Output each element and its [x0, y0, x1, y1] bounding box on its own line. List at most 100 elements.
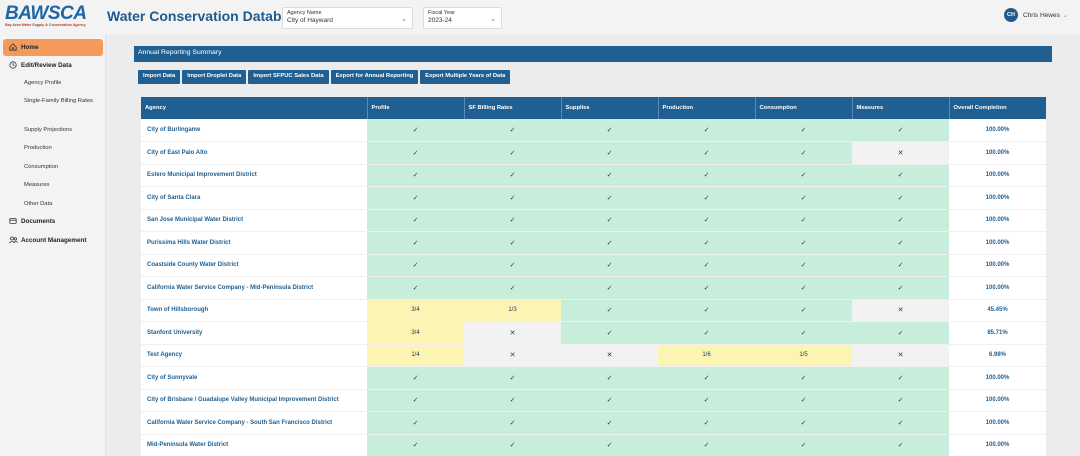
status-cell[interactable]: ✓: [755, 209, 852, 232]
table-row[interactable]: Test Agency 1/4 ✕ ✕ 1/6 1/5 ✕ 6.98%: [141, 344, 1046, 367]
column-header[interactable]: Supplies: [561, 97, 659, 119]
sidebar-subitem-supply-projections[interactable]: Supply Projections: [24, 126, 72, 135]
status-cell[interactable]: ✓: [367, 164, 464, 187]
sidebar-subitem-other-data[interactable]: Other Data: [24, 200, 52, 209]
table-row[interactable]: City of Brisbane / Guadalupe Valley Muni…: [141, 389, 1046, 412]
status-cell[interactable]: ✓: [852, 186, 949, 210]
status-cell[interactable]: ✓: [658, 276, 755, 300]
status-cell[interactable]: ✓: [852, 119, 949, 142]
status-cell[interactable]: ✓: [367, 434, 464, 456]
status-cell[interactable]: ✕: [852, 299, 949, 322]
status-cell[interactable]: 1/6: [658, 344, 755, 367]
import-data-button[interactable]: Import Data: [138, 70, 181, 84]
status-cell[interactable]: ✓: [464, 254, 561, 277]
status-cell[interactable]: ✓: [755, 434, 852, 456]
sidebar-subitem-consumption[interactable]: Consumption: [24, 163, 58, 172]
status-cell[interactable]: ✕: [561, 344, 658, 367]
agency-select[interactable]: Agency Name City of Hayward ⌄: [282, 7, 413, 29]
agency-name-cell[interactable]: Mid-Peninsula Water District: [141, 434, 367, 456]
status-cell[interactable]: ✓: [561, 141, 658, 165]
status-cell[interactable]: ✓: [755, 276, 852, 300]
status-cell[interactable]: 1/4: [367, 344, 464, 367]
status-cell[interactable]: ✓: [464, 119, 561, 142]
import-droplet-data-button[interactable]: Import Droplet Data: [182, 70, 247, 84]
status-cell[interactable]: ✓: [367, 186, 464, 210]
status-cell[interactable]: ✕: [464, 321, 561, 345]
table-row[interactable]: Mid-Peninsula Water District ✓ ✓ ✓ ✓ ✓ ✓ 100.00…: [141, 434, 1046, 456]
import-sfpuc-sales-button[interactable]: Import SFPUC Sales Data: [248, 70, 329, 84]
status-cell[interactable]: ✓: [367, 276, 464, 300]
column-header[interactable]: Consumption: [755, 97, 853, 119]
status-cell[interactable]: ✓: [658, 186, 755, 210]
sidebar-item-documents[interactable]: Documents: [3, 213, 103, 230]
status-cell[interactable]: ✓: [755, 119, 852, 142]
table-row[interactable]: City of Santa Clara ✓ ✓ ✓ ✓ ✓ ✓ 100.00%: [141, 186, 1046, 210]
status-cell[interactable]: ✓: [852, 321, 949, 345]
column-header[interactable]: Agency: [141, 97, 368, 119]
agency-name-cell[interactable]: City of Santa Clara: [141, 186, 367, 210]
status-cell[interactable]: ✓: [464, 276, 561, 300]
table-row[interactable]: City of Sunnyvale ✓ ✓ ✓ ✓ ✓ ✓ 100.00%: [141, 366, 1046, 390]
status-cell[interactable]: ✓: [561, 434, 658, 456]
sidebar-item-home[interactable]: Home: [3, 39, 103, 56]
status-cell[interactable]: ✓: [852, 434, 949, 456]
agency-name-cell[interactable]: Coastside County Water District: [141, 254, 367, 277]
status-cell[interactable]: ✓: [755, 164, 852, 187]
sidebar-subitem-measures[interactable]: Measures: [24, 181, 49, 190]
agency-name-cell[interactable]: Stanford University: [141, 321, 367, 345]
status-cell[interactable]: ✓: [464, 186, 561, 210]
status-cell[interactable]: ✓: [658, 434, 755, 456]
status-cell[interactable]: ✓: [561, 366, 658, 390]
status-cell[interactable]: 1/5: [755, 344, 852, 367]
table-row[interactable]: Coastside County Water District ✓ ✓ ✓ ✓ ✓ ✓ 100…: [141, 254, 1046, 277]
column-header[interactable]: Overall Completion: [949, 97, 1046, 119]
column-header[interactable]: Measures: [852, 97, 950, 119]
column-header[interactable]: SF Billing Rates: [464, 97, 562, 119]
status-cell[interactable]: ✓: [367, 141, 464, 165]
agency-name-cell[interactable]: Purissima Hills Water District: [141, 231, 367, 255]
status-cell[interactable]: ✓: [852, 411, 949, 435]
agency-name-cell[interactable]: California Water Service Company - South…: [141, 411, 367, 435]
status-cell[interactable]: ✓: [561, 411, 658, 435]
agency-name-cell[interactable]: Town of Hillsborough: [141, 299, 367, 322]
status-cell[interactable]: ✓: [561, 389, 658, 412]
status-cell[interactable]: 3/4: [367, 299, 464, 322]
user-menu[interactable]: CH Chris Hewes ⌄: [1004, 8, 1068, 22]
status-cell[interactable]: ✓: [464, 209, 561, 232]
status-cell[interactable]: ✓: [658, 164, 755, 187]
status-cell[interactable]: ✓: [852, 366, 949, 390]
agency-name-cell[interactable]: Estero Municipal Improvement District: [141, 164, 367, 187]
status-cell[interactable]: ✓: [658, 321, 755, 345]
column-header[interactable]: Profile: [367, 97, 465, 119]
table-row[interactable]: Stanford University 3/4 ✕ ✓ ✓ ✓ ✓ 85.71%: [141, 321, 1046, 345]
status-cell[interactable]: ✓: [658, 366, 755, 390]
status-cell[interactable]: ✓: [561, 254, 658, 277]
table-row[interactable]: City of Burlingame ✓ ✓ ✓ ✓ ✓ ✓ 100.00%: [141, 119, 1046, 142]
sidebar-subitem-production[interactable]: Production: [24, 144, 52, 153]
table-row[interactable]: Town of Hillsborough 3/4 1/3 ✓ ✓ ✓ ✕ 45.45%: [141, 299, 1046, 322]
status-cell[interactable]: ✓: [464, 434, 561, 456]
status-cell[interactable]: ✓: [755, 231, 852, 255]
status-cell[interactable]: ✓: [755, 411, 852, 435]
status-cell[interactable]: ✕: [464, 344, 561, 367]
status-cell[interactable]: ✓: [561, 186, 658, 210]
agency-name-cell[interactable]: City of Brisbane / Guadalupe Valley Muni…: [141, 389, 367, 412]
status-cell[interactable]: ✓: [367, 209, 464, 232]
agency-name-cell[interactable]: City of East Palo Alto: [141, 141, 367, 165]
agency-name-cell[interactable]: San Jose Municipal Water District: [141, 209, 367, 232]
status-cell[interactable]: ✓: [561, 276, 658, 300]
status-cell[interactable]: ✓: [658, 141, 755, 165]
column-header[interactable]: Production: [658, 97, 756, 119]
status-cell[interactable]: ✓: [755, 299, 852, 322]
status-cell[interactable]: ✓: [852, 254, 949, 277]
status-cell[interactable]: ✓: [367, 231, 464, 255]
export-multiple-years-button[interactable]: Export Multiple Years of Data: [420, 70, 511, 84]
table-row[interactable]: San Jose Municipal Water District ✓ ✓ ✓ ✓ ✓ ✓ 1…: [141, 209, 1046, 232]
table-row[interactable]: City of East Palo Alto ✓ ✓ ✓ ✓ ✓ ✕ 100.00%: [141, 141, 1046, 165]
status-cell[interactable]: 1/3: [464, 299, 561, 322]
status-cell[interactable]: ✓: [561, 119, 658, 142]
status-cell[interactable]: ✓: [367, 411, 464, 435]
status-cell[interactable]: ✓: [367, 366, 464, 390]
status-cell[interactable]: ✓: [561, 321, 658, 345]
agency-name-cell[interactable]: California Water Service Company - Mid-P…: [141, 276, 367, 300]
